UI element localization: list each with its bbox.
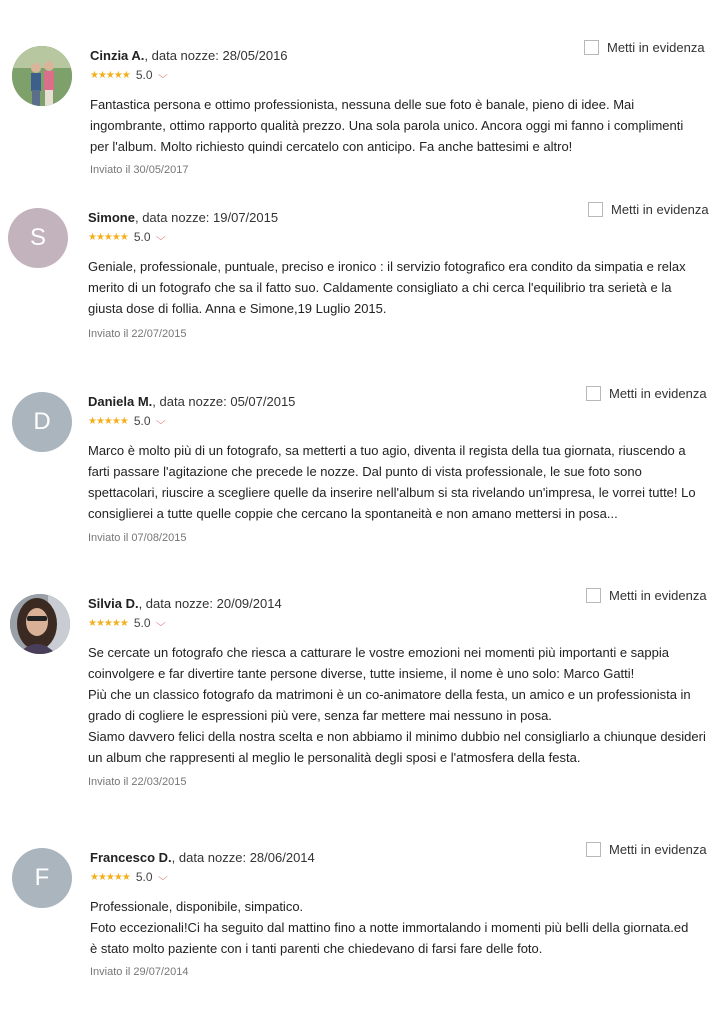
wedding-date: , data nozze: 28/05/2016: [144, 48, 288, 63]
feature-checkbox[interactable]: [586, 842, 601, 857]
feature-checkbox[interactable]: [586, 588, 601, 603]
wedding-date: , data nozze: 20/09/2014: [138, 596, 282, 611]
rating-value: 5.0: [135, 68, 153, 82]
review-text: Se cercate un fotografo che riesca a cat…: [88, 642, 706, 768]
rating[interactable]: ★★★★★ 5.0 ⌵: [88, 230, 165, 244]
review-paragraph: Geniale, professionale, puntuale, precis…: [88, 259, 686, 316]
review-paragraph: Marco è molto più di un fotografo, sa me…: [88, 443, 696, 521]
review-paragraph: Siamo davvero felici della nostra scelta…: [88, 729, 706, 765]
rating-value: 5.0: [133, 230, 151, 244]
rating-value: 5.0: [135, 870, 153, 884]
avatar: [10, 594, 70, 654]
feature-toggle[interactable]: Metti in evidenza: [588, 202, 709, 217]
rating[interactable]: ★★★★★ 5.0 ⌵: [90, 68, 167, 82]
rating[interactable]: ★★★★★ 5.0 ⌵: [88, 616, 165, 630]
sent-date: Inviato il 22/07/2015: [88, 328, 187, 340]
review-text: Fantastica persona e ottimo professionis…: [90, 94, 702, 157]
review-text: Professionale, disponibile, simpatico. F…: [90, 896, 690, 959]
chevron-down-icon[interactable]: ⌵: [155, 232, 165, 243]
sent-date: Inviato il 30/05/2017: [90, 164, 189, 176]
wedding-date: , data nozze: 19/07/2015: [134, 210, 279, 225]
star-rating-icon: ★★★★★: [88, 617, 129, 629]
review-paragraph: Più che un classico fotografo da matrimo…: [88, 687, 691, 723]
avatar: F: [12, 848, 72, 908]
reviewer-name[interactable]: Silvia D.: [88, 596, 139, 611]
sent-date: Inviato il 29/07/2014: [90, 966, 189, 978]
feature-label: Metti in evidenza: [609, 842, 707, 857]
rating-value: 5.0: [133, 414, 151, 428]
avatar: [12, 46, 72, 106]
feature-toggle[interactable]: Metti in evidenza: [586, 588, 707, 603]
reviewer-name[interactable]: Simone: [88, 210, 135, 225]
avatar-initial: S: [29, 224, 46, 251]
chevron-down-icon[interactable]: ⌵: [155, 416, 165, 427]
feature-toggle[interactable]: Metti in evidenza: [586, 842, 707, 857]
review-paragraph: Professionale, disponibile, simpatico.: [90, 899, 304, 914]
avatar-initial: D: [33, 408, 51, 435]
chevron-down-icon[interactable]: ⌵: [155, 618, 165, 629]
feature-label: Metti in evidenza: [609, 588, 707, 603]
review-header: Silvia D., data nozze: 20/09/2014: [88, 596, 282, 611]
feature-checkbox[interactable]: [588, 202, 603, 217]
feature-toggle[interactable]: Metti in evidenza: [586, 386, 707, 401]
review-text: Geniale, professionale, puntuale, precis…: [88, 256, 700, 319]
photo-avatar-image: [10, 594, 70, 654]
reviewer-name[interactable]: Francesco D.: [90, 850, 172, 865]
photo-avatar-image: [12, 46, 72, 106]
review-header: Francesco D., data nozze: 28/06/2014: [90, 850, 315, 865]
chevron-down-icon[interactable]: ⌵: [157, 70, 167, 81]
chevron-down-icon[interactable]: ⌵: [157, 872, 167, 883]
avatar: D: [12, 392, 72, 452]
wedding-date: , data nozze: 05/07/2015: [152, 394, 296, 409]
review-text: Marco è molto più di un fotografo, sa me…: [88, 440, 706, 524]
avatar: S: [8, 208, 68, 268]
feature-label: Metti in evidenza: [611, 202, 709, 217]
review-header: Cinzia A., data nozze: 28/05/2016: [90, 48, 288, 63]
wedding-date: , data nozze: 28/06/2014: [171, 850, 315, 865]
sent-date: Inviato il 07/08/2015: [88, 532, 187, 544]
reviewer-name[interactable]: Daniela M.: [88, 394, 152, 409]
feature-checkbox[interactable]: [586, 386, 601, 401]
rating[interactable]: ★★★★★ 5.0 ⌵: [88, 414, 165, 428]
rating-value: 5.0: [133, 616, 151, 630]
review-paragraph: Se cercate un fotografo che riesca a cat…: [88, 645, 669, 681]
avatar-initial: F: [34, 864, 50, 891]
star-rating-icon: ★★★★★: [88, 415, 129, 427]
feature-checkbox[interactable]: [584, 40, 599, 55]
feature-toggle[interactable]: Metti in evidenza: [584, 40, 705, 55]
review-header: Daniela M., data nozze: 05/07/2015: [88, 394, 295, 409]
star-rating-icon: ★★★★★: [90, 69, 131, 81]
review-header: Simone, data nozze: 19/07/2015: [88, 210, 278, 225]
rating[interactable]: ★★★★★ 5.0 ⌵: [90, 870, 167, 884]
feature-label: Metti in evidenza: [607, 40, 705, 55]
review-paragraph: Foto eccezionali!Ci ha seguito dal matti…: [90, 920, 689, 956]
feature-label: Metti in evidenza: [609, 386, 707, 401]
star-rating-icon: ★★★★★: [88, 231, 129, 243]
reviewer-name[interactable]: Cinzia A.: [90, 48, 144, 63]
sent-date: Inviato il 22/03/2015: [88, 776, 187, 788]
star-rating-icon: ★★★★★: [90, 871, 131, 883]
review-paragraph: Fantastica persona e ottimo professionis…: [90, 97, 684, 154]
